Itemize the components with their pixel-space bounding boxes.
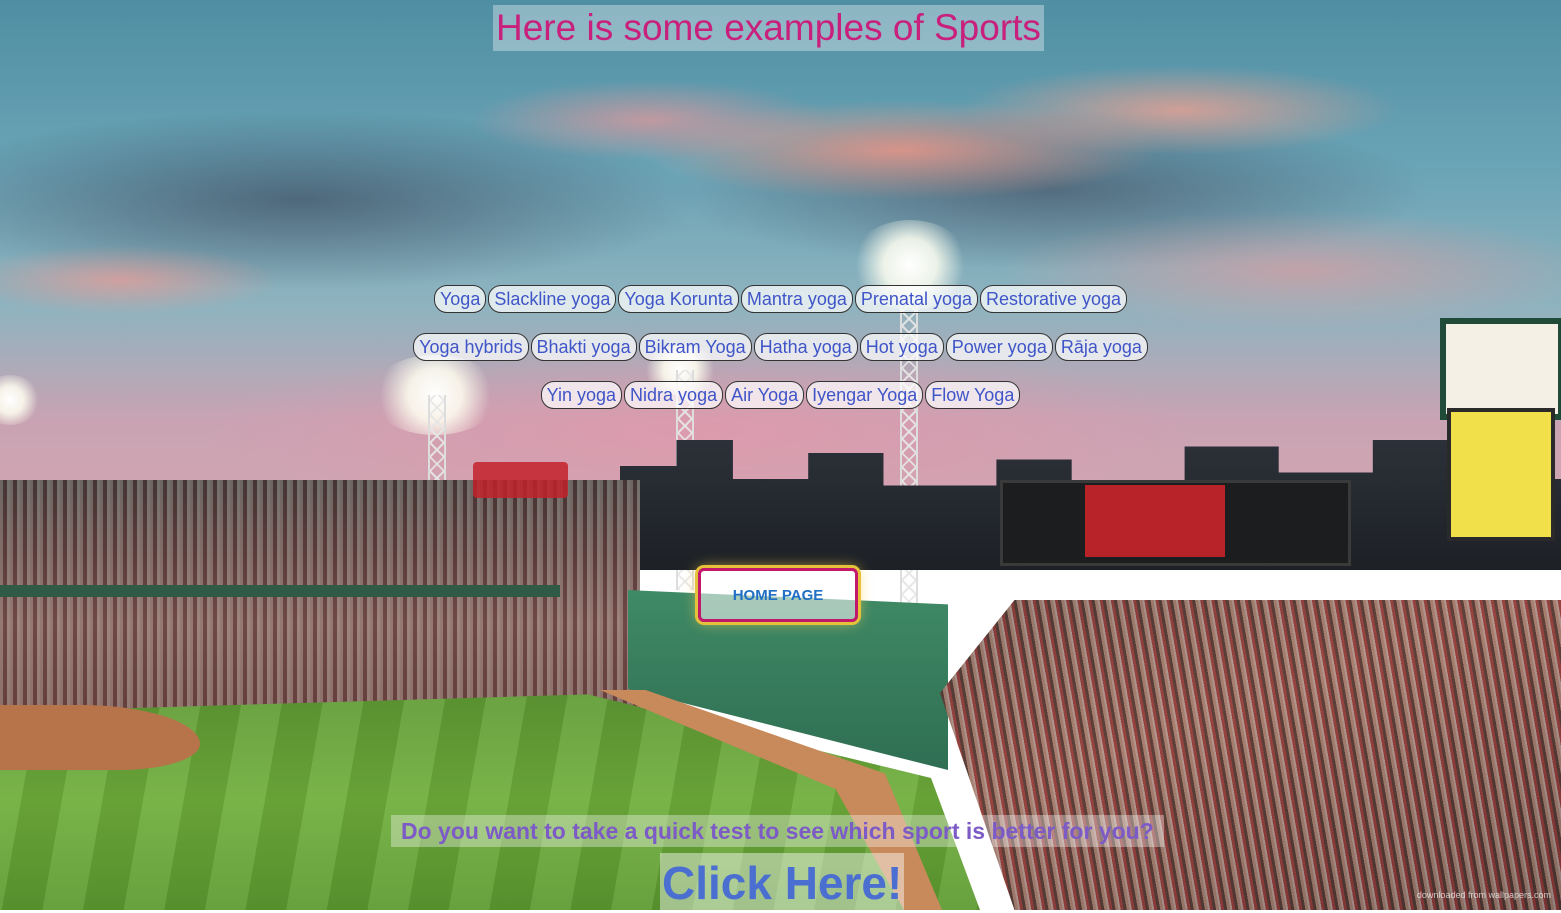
link-yin-yoga[interactable]: Yin yoga — [540, 381, 623, 409]
link-bikram-yoga[interactable]: Bikram Yoga — [638, 333, 752, 361]
coca-cola-sign — [473, 462, 568, 498]
stanley-sign — [1447, 408, 1555, 541]
link-air-yoga[interactable]: Air Yoga — [725, 381, 805, 409]
link-bhakti-yoga[interactable]: Bhakti yoga — [530, 333, 637, 361]
stadium-background: downloaded from wallpapers.com — [0, 0, 1561, 910]
link-yoga-hybrids[interactable]: Yoga hybrids — [413, 333, 529, 361]
link-hatha-yoga[interactable]: Hatha yoga — [753, 333, 858, 361]
yoga-links-row-2: Yoga hybrids Bhakti yoga Bikram Yoga Hat… — [0, 333, 1561, 361]
click-here-link[interactable]: Click Here! — [660, 853, 905, 910]
link-restorative-yoga[interactable]: Restorative yoga — [979, 285, 1128, 313]
link-power-yoga[interactable]: Power yoga — [945, 333, 1053, 361]
link-prenatal-yoga[interactable]: Prenatal yoga — [854, 285, 978, 313]
link-raja-yoga[interactable]: Rāja yoga — [1054, 333, 1148, 361]
yoga-links-row-1: Yoga Slackline yoga Yoga Korunta Mantra … — [0, 285, 1561, 313]
yoga-links-row-3: Yin yoga Nidra yoga Air Yoga Iyengar Yog… — [0, 381, 1561, 409]
quiz-question: Do you want to take a quick test to see … — [391, 815, 1164, 847]
home-page-button[interactable]: HOME PAGE — [698, 568, 858, 622]
deck-band — [0, 585, 560, 597]
link-hot-yoga[interactable]: Hot yoga — [859, 333, 944, 361]
left-stands — [0, 480, 640, 720]
page-title: Here is some examples of Sports — [493, 5, 1044, 51]
right-stands-crowd — [940, 600, 1561, 910]
link-iyengar-yoga[interactable]: Iyengar Yoga — [806, 381, 924, 409]
link-nidra-yoga[interactable]: Nidra yoga — [624, 381, 724, 409]
link-yoga[interactable]: Yoga — [433, 285, 487, 313]
link-slackline-yoga[interactable]: Slackline yoga — [488, 285, 617, 313]
link-flow-yoga[interactable]: Flow Yoga — [925, 381, 1021, 409]
link-mantra-yoga[interactable]: Mantra yoga — [740, 285, 853, 313]
link-yoga-korunta[interactable]: Yoga Korunta — [618, 285, 739, 313]
bank-sign — [1085, 485, 1225, 557]
image-credit: downloaded from wallpapers.com — [1416, 890, 1551, 900]
